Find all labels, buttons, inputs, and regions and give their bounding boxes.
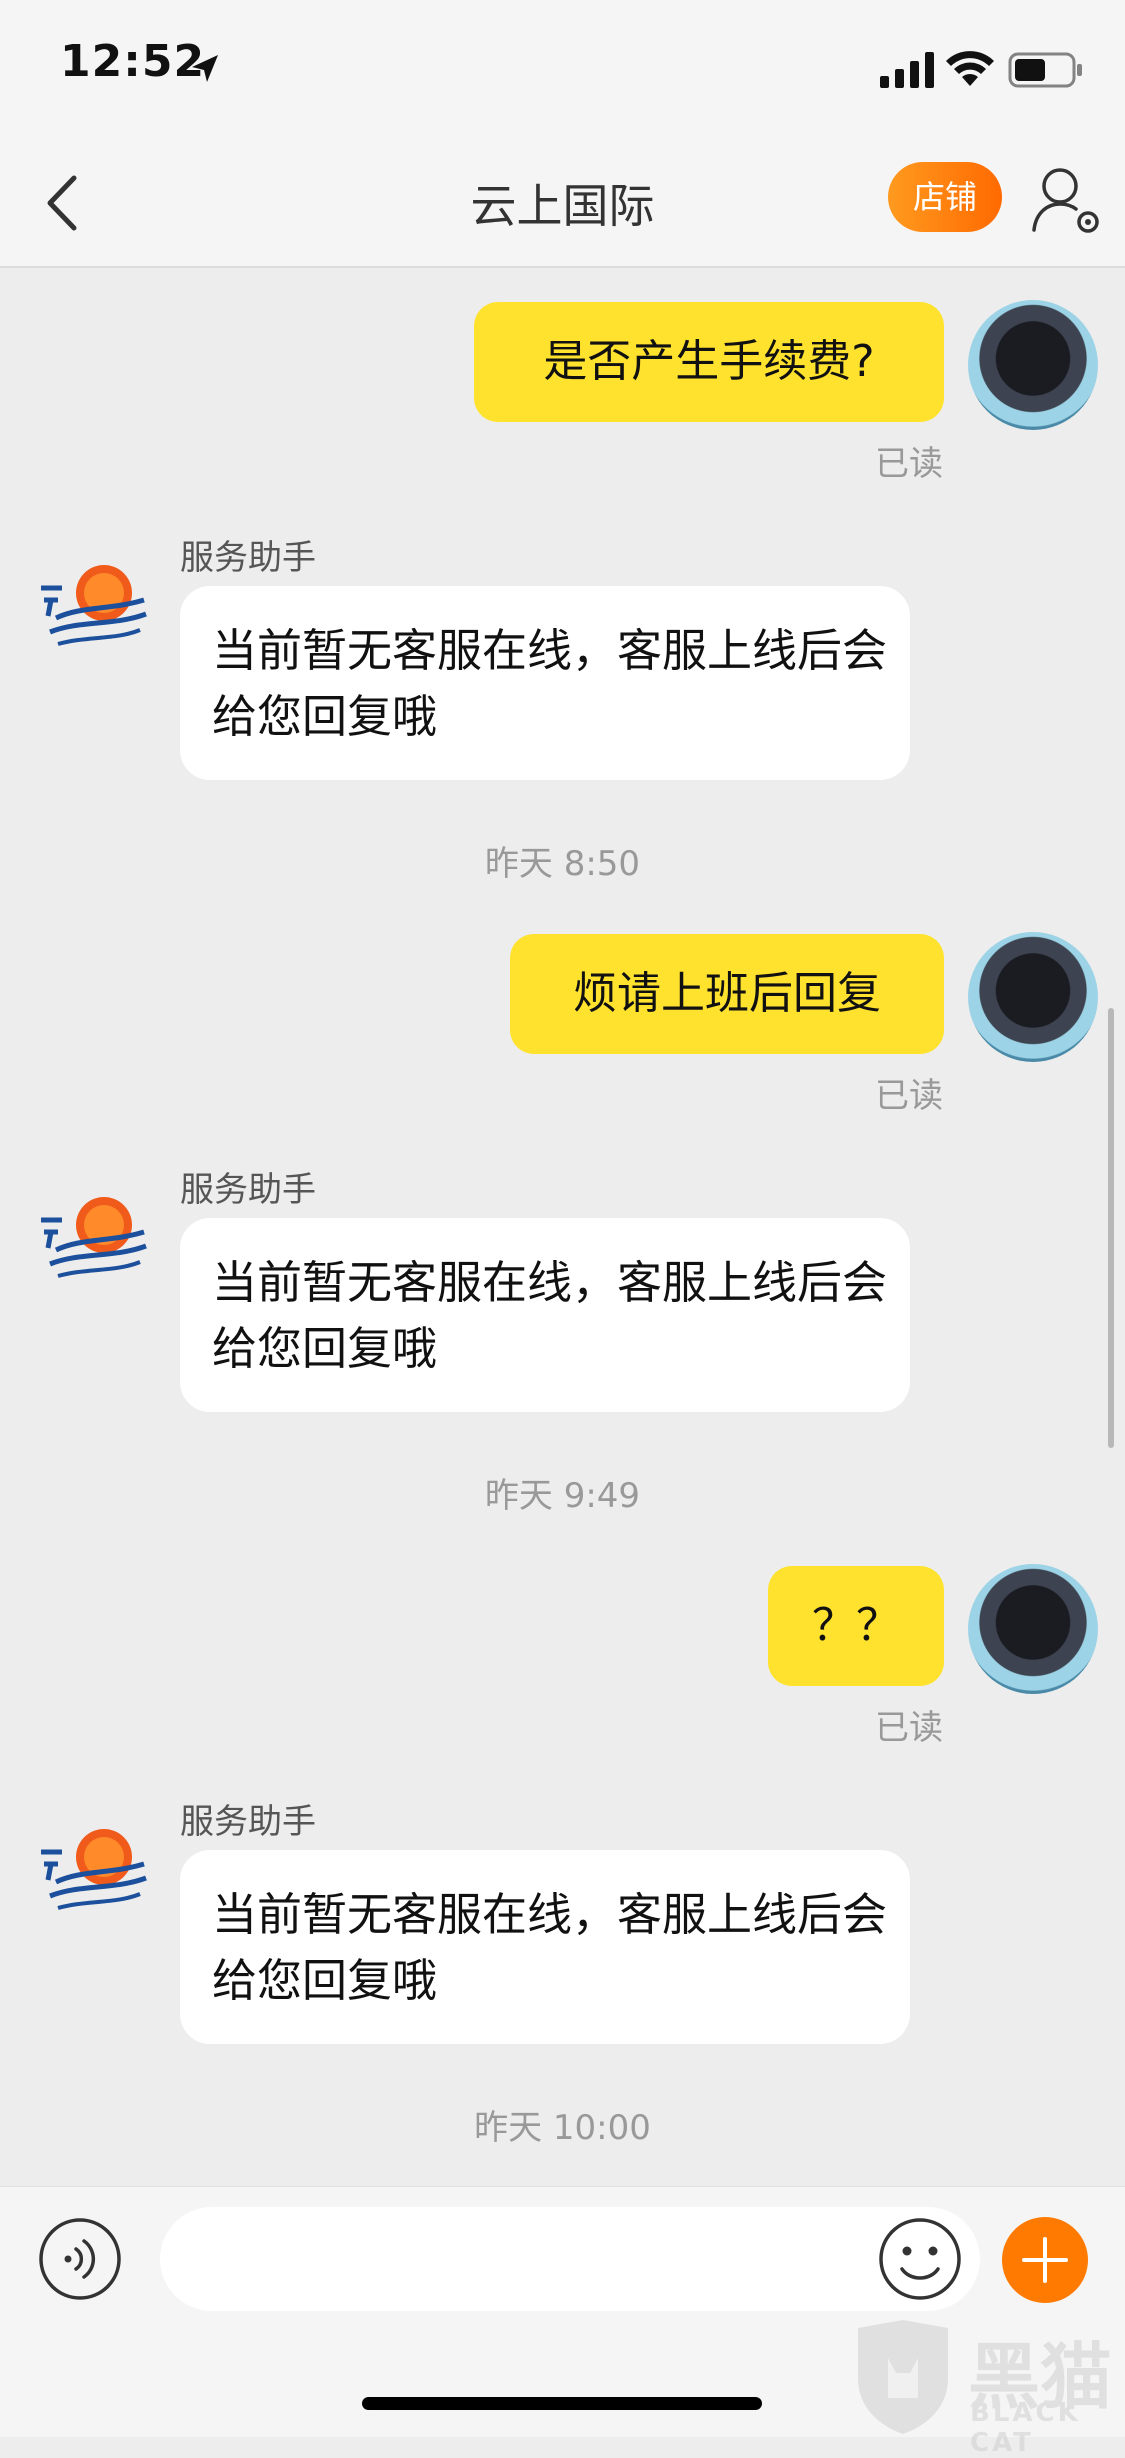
service-bot-avatar[interactable] <box>36 1812 151 1927</box>
message-timestamp: 昨天 9:49 <box>484 1476 641 1516</box>
bot-message-bubble[interactable]: 当前暂无客服在线，客服上线后会给您回复哦 <box>180 586 910 780</box>
status-bar: 12:52 <box>0 0 1125 140</box>
my-avatar[interactable] <box>968 1564 1098 1694</box>
voice-input-icon[interactable] <box>38 2217 122 2301</box>
bot-name-label: 服务助手 <box>180 1170 316 1210</box>
my-message-bubble[interactable]: 烦请上班后回复 <box>510 934 944 1054</box>
my-message-bubble[interactable]: ？？ <box>768 1566 944 1686</box>
service-bot-avatar[interactable] <box>36 1180 151 1295</box>
my-avatar[interactable] <box>968 932 1098 1062</box>
read-status: 已读 <box>875 1708 943 1748</box>
chat-messages[interactable]: 是否产生手续费? 已读 服务助手 当前暂无客服在线，客服上线后会给您回复哦 昨天… <box>0 268 1125 2186</box>
home-indicator[interactable] <box>362 2397 762 2410</box>
read-status: 已读 <box>875 1076 943 1116</box>
bot-message-bubble[interactable]: 当前暂无客服在线，客服上线后会给您回复哦 <box>180 1850 910 2044</box>
plus-icon[interactable] <box>1002 2217 1088 2303</box>
cat-shield-icon <box>858 2320 948 2434</box>
watermark-logo: 黑猫 BLACK CAT <box>848 2318 1125 2458</box>
read-status: 已读 <box>875 444 943 484</box>
bot-message-bubble[interactable]: 当前暂无客服在线，客服上线后会给您回复哦 <box>180 1218 910 1412</box>
service-bot-avatar[interactable] <box>36 548 151 663</box>
cellular-signal-icon <box>880 52 934 88</box>
my-avatar[interactable] <box>968 300 1098 430</box>
battery-icon <box>1008 52 1082 88</box>
nav-bar: 云上国际 店铺 <box>0 140 1125 268</box>
user-settings-icon[interactable] <box>1026 160 1106 240</box>
shop-button[interactable]: 店铺 <box>888 162 1002 232</box>
scrollbar[interactable] <box>1108 1008 1114 1448</box>
message-input[interactable] <box>160 2207 980 2311</box>
location-arrow-icon <box>192 55 218 82</box>
status-time: 12:52 <box>60 36 206 87</box>
bot-name-label: 服务助手 <box>180 1802 316 1842</box>
wifi-icon <box>946 51 994 86</box>
my-message-bubble[interactable]: 是否产生手续费? <box>474 302 944 422</box>
bot-name-label: 服务助手 <box>180 538 316 578</box>
watermark-subtext: BLACK CAT <box>970 2398 1081 2458</box>
emoji-icon[interactable] <box>878 2217 962 2301</box>
message-timestamp: 昨天 8:50 <box>484 844 641 884</box>
message-timestamp: 昨天 10:00 <box>474 2108 651 2148</box>
